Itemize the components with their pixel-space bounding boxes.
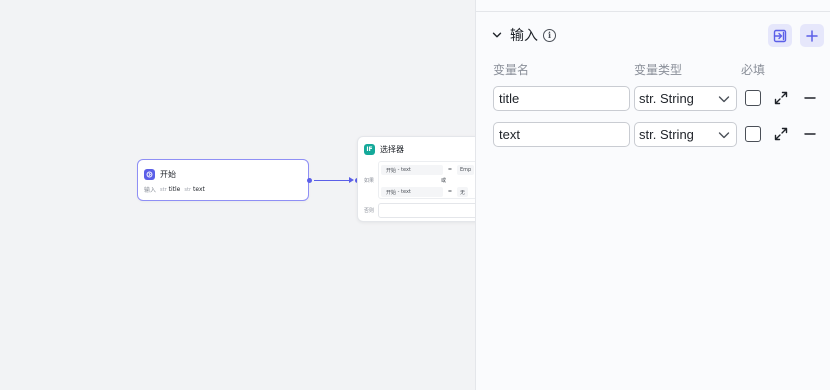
else-branch[interactable]	[378, 203, 476, 218]
edge-arrow-icon	[349, 177, 354, 183]
if-label: 如果	[364, 178, 375, 184]
start-node[interactable]: 开始 输入 str title str text	[137, 159, 309, 201]
required-checkbox[interactable]	[745, 126, 761, 142]
expand-icon[interactable]	[773, 90, 789, 106]
condition-row[interactable]: 开始 - text = 无	[381, 187, 469, 197]
add-variable-button[interactable]	[800, 24, 824, 47]
condition-row[interactable]: 开始 - text = Emp	[381, 165, 475, 175]
type-tag: str	[184, 186, 191, 193]
column-header-name: 变量名	[493, 63, 530, 77]
start-output-port[interactable]	[307, 178, 312, 183]
variable-row: str. String	[476, 86, 830, 111]
selector-node-title: 选择器	[380, 145, 404, 154]
condition-value: Emp	[457, 165, 475, 175]
input-name: text	[193, 186, 205, 193]
condition-variable: 开始 - text	[381, 165, 443, 175]
chevron-down-icon	[718, 132, 730, 139]
inputs-section-header[interactable]: 输入 i	[490, 24, 556, 46]
info-icon[interactable]: i	[543, 28, 556, 42]
variable-type-select[interactable]: str. String	[634, 86, 737, 111]
remove-variable-icon[interactable]	[802, 90, 818, 106]
condition-group: 开始 - text = Emp 或 开始 - text = 无	[378, 161, 476, 199]
or-label: 或	[441, 178, 447, 184]
required-checkbox[interactable]	[745, 90, 761, 106]
connection-edge[interactable]	[314, 180, 350, 181]
import-variables-button[interactable]	[768, 24, 792, 47]
condition-value: 无	[457, 187, 469, 197]
else-label: 否则	[364, 208, 375, 214]
start-node-inputs: 输入 str title str text	[138, 185, 308, 194]
column-header-type: 变量类型	[634, 63, 683, 77]
variable-name-input[interactable]	[493, 122, 630, 147]
if-icon: IF	[364, 144, 375, 155]
variable-row: str. String	[476, 122, 830, 147]
expand-icon[interactable]	[773, 126, 789, 142]
input-tag-title: str title	[160, 186, 180, 193]
input-tag-text: str text	[184, 186, 204, 193]
variable-name-input[interactable]	[493, 86, 630, 111]
chevron-down-icon[interactable]	[490, 28, 504, 42]
chevron-down-icon	[718, 96, 730, 103]
selector-node[interactable]: IF 选择器 如果 开始 - text = Emp 或 开始 - text = …	[357, 136, 476, 222]
plus-icon	[806, 29, 818, 42]
section-title: 输入	[510, 28, 538, 44]
import-icon	[773, 29, 787, 42]
remove-variable-icon[interactable]	[802, 126, 818, 142]
condition-operator: =	[447, 167, 453, 173]
node-config-panel: 输入 i 变量名 变量类型 必填 str. String	[475, 0, 830, 390]
start-node-title: 开始	[160, 169, 176, 179]
workflow-canvas[interactable]: 开始 输入 str title str text IF 选择器 如果 开始 - …	[0, 0, 476, 390]
inputs-label: 输入	[144, 187, 157, 194]
start-icon	[144, 168, 155, 180]
condition-operator: =	[447, 189, 453, 195]
variable-type-value: str. String	[639, 127, 694, 142]
input-name: title	[168, 186, 181, 193]
variable-type-value: str. String	[639, 91, 694, 106]
variable-type-select[interactable]: str. String	[634, 122, 737, 147]
condition-variable: 开始 - text	[381, 187, 443, 197]
panel-divider	[476, 11, 830, 12]
column-header-required: 必填	[741, 63, 766, 77]
type-tag: str	[160, 186, 167, 193]
